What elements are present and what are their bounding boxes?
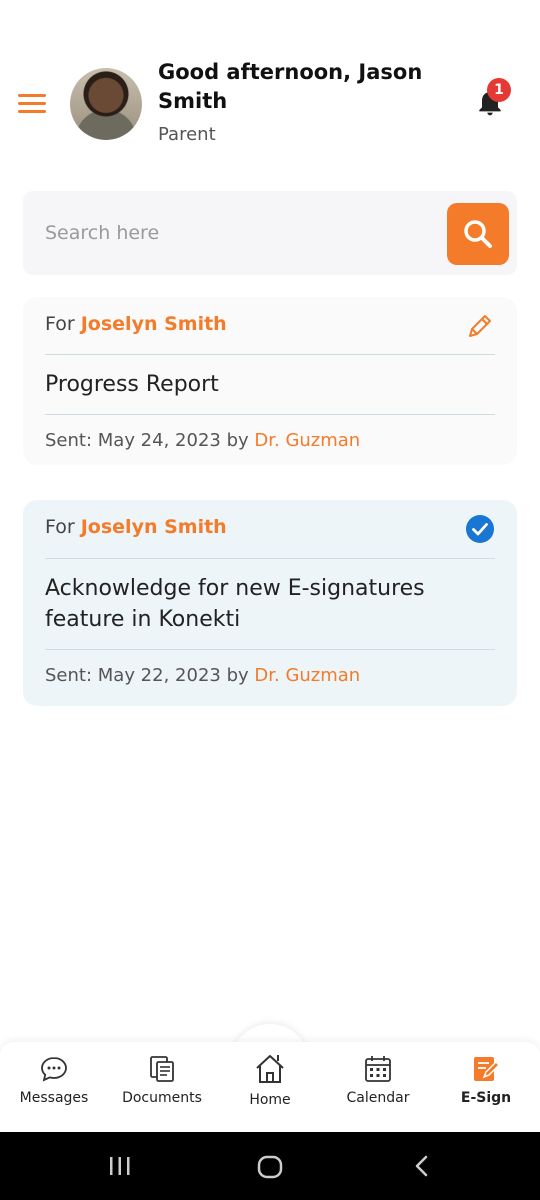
- search-button[interactable]: [447, 203, 509, 265]
- calendar-icon: [365, 1056, 391, 1082]
- document-card[interactable]: For Joselyn Smith Acknowledge for new E-…: [23, 500, 517, 706]
- bottom-nav: Messages Documents Home Calendar E-Sign: [0, 1042, 540, 1132]
- back-icon[interactable]: [410, 1154, 434, 1178]
- sent-info: Sent: May 22, 2023 by Dr. Guzman: [45, 665, 360, 686]
- divider: [45, 414, 495, 415]
- notification-badge: 1: [487, 78, 511, 102]
- greeting-text: Good afternoon, Jason Smith: [158, 60, 423, 113]
- home-circle-icon[interactable]: [256, 1154, 284, 1180]
- nav-label: Calendar: [346, 1090, 410, 1106]
- nav-documents[interactable]: Documents: [108, 1042, 216, 1132]
- nav-label: Documents: [122, 1090, 202, 1106]
- header: Good afternoon, Jason Smith Parent 1: [0, 56, 540, 166]
- pencil-icon[interactable]: [465, 311, 495, 341]
- home-icon: [256, 1055, 284, 1083]
- nav-messages[interactable]: Messages: [0, 1042, 108, 1132]
- sender-name: Dr. Guzman: [254, 430, 361, 451]
- avatar[interactable]: [70, 68, 142, 140]
- search-input[interactable]: [45, 213, 445, 253]
- nav-label: Home: [249, 1092, 291, 1108]
- user-role: Parent: [158, 124, 216, 145]
- for-prefix: For: [45, 313, 75, 335]
- nav-calendar[interactable]: Calendar: [324, 1042, 432, 1132]
- nav-home[interactable]: Home: [216, 1042, 324, 1132]
- chat-icon: [41, 1057, 67, 1082]
- nav-label: E-Sign: [460, 1090, 512, 1106]
- divider: [45, 354, 495, 355]
- sent-date: Sent: May 24, 2023 by: [45, 430, 249, 451]
- sender-name: Dr. Guzman: [254, 665, 361, 686]
- search-icon: [464, 220, 492, 248]
- document-card[interactable]: For Joselyn Smith Progress Report Sent: …: [23, 297, 517, 465]
- recipient-name: Joselyn Smith: [80, 516, 227, 538]
- document-title: Progress Report: [45, 372, 219, 397]
- nav-esign[interactable]: E-Sign: [432, 1042, 540, 1132]
- check-circle-icon: [466, 515, 494, 543]
- divider: [45, 649, 495, 650]
- for-prefix: For: [45, 516, 75, 538]
- recipient-name: Joselyn Smith: [80, 313, 227, 335]
- nav-label: Messages: [19, 1090, 89, 1106]
- documents-icon: [150, 1056, 174, 1082]
- esign-icon: [474, 1057, 501, 1081]
- card-recipient: For Joselyn Smith: [45, 516, 227, 538]
- sent-date: Sent: May 22, 2023 by: [45, 665, 249, 686]
- search-bar: [23, 191, 517, 275]
- card-recipient: For Joselyn Smith: [45, 313, 227, 335]
- system-nav-bar: [0, 1132, 540, 1200]
- recent-apps-icon[interactable]: [108, 1154, 132, 1178]
- sent-info: Sent: May 24, 2023 by Dr. Guzman: [45, 430, 360, 451]
- divider: [45, 558, 495, 559]
- hamburger-menu-icon[interactable]: [18, 94, 46, 116]
- document-title: Acknowledge for new E-signatures feature…: [45, 576, 425, 632]
